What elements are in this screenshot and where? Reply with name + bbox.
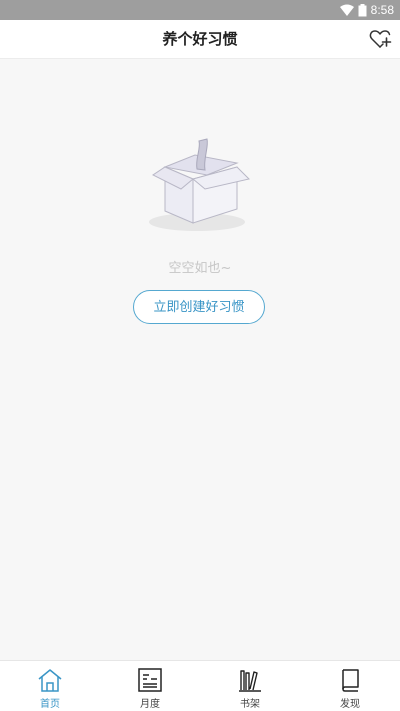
tab-label: 首页 <box>40 699 60 710</box>
empty-box-illustration <box>149 138 250 231</box>
tab-label: 月度 <box>140 699 160 710</box>
battery-icon <box>358 3 367 16</box>
tab-discover[interactable]: 发现 <box>300 661 400 711</box>
page-title: 养个好习惯 <box>162 30 238 48</box>
status-indicators: 8:58 <box>339 0 394 20</box>
tab-label: 书架 <box>240 699 260 710</box>
bookshelf-icon <box>239 670 261 692</box>
heart-plus-icon[interactable] <box>368 27 392 51</box>
tab-bookshelf[interactable]: 书架 <box>200 661 300 711</box>
tab-monthly[interactable]: 月度 <box>100 661 200 711</box>
status-bar: 8:58 <box>0 0 400 20</box>
discover-book-icon <box>342 669 359 692</box>
monthly-icon <box>138 668 162 692</box>
app-header: 养个好习惯 <box>0 20 400 59</box>
empty-state-message: 空空如也~ <box>168 261 232 276</box>
main-content: 空空如也~ 立即创建好习惯 <box>0 59 400 659</box>
tab-home[interactable]: 首页 <box>0 661 100 711</box>
status-time: 8:58 <box>370 3 394 17</box>
bottom-tab-bar: 首页 月度 书架 发现 <box>0 660 400 711</box>
tab-label: 发现 <box>340 699 360 710</box>
home-icon <box>38 669 62 692</box>
wifi-icon <box>339 4 354 16</box>
create-habit-button[interactable]: 立即创建好习惯 <box>133 290 265 324</box>
